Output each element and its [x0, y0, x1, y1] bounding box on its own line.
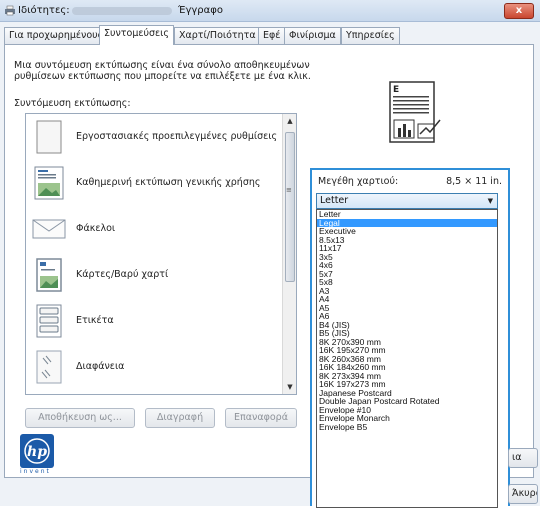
paper-size-label: Μεγέθη χαρτιού:	[318, 176, 399, 187]
printer-icon	[5, 5, 15, 16]
shortcut-list-label: Συντόμευση εκτύπωσης:	[14, 98, 131, 109]
paper-size-option[interactable]: 3x5	[317, 252, 497, 262]
list-item-envelopes[interactable]: Φάκελοι	[26, 206, 284, 252]
document-preview-icon: E	[389, 81, 441, 143]
blank-page-icon	[36, 120, 62, 154]
scroll-down-icon[interactable]: ▼	[284, 380, 296, 394]
list-item-label: Εργοστασιακές προεπιλεγμένες ρυθμίσεις	[76, 131, 278, 142]
tab-shortcuts[interactable]: Συντομεύσεις	[99, 25, 174, 45]
list-item-labels[interactable]: Ετικέτα	[26, 298, 284, 344]
shortcut-list[interactable]: Εργοστασιακές προεπιλεγμένες ρυθμίσεις Κ…	[25, 113, 297, 395]
paper-size-option[interactable]: 8.5x13	[317, 235, 497, 245]
document-photo-icon	[34, 166, 64, 200]
tab-paper-quality[interactable]: Χαρτί/Ποιότητα	[174, 27, 261, 44]
transparency-icon	[36, 350, 62, 384]
paper-size-option[interactable]: 5x8	[317, 278, 497, 287]
title-bar: Ιδιότητες: Έγγραφο x	[0, 0, 540, 22]
list-item-label: Καθημερινή εκτύπωση γενικής χρήσης	[76, 177, 261, 188]
paper-size-option[interactable]: Envelope B5	[317, 422, 497, 432]
tab-effects[interactable]: Εφέ	[258, 27, 286, 44]
shortcut-list-scrollbar[interactable]: ▲ ≡ ▼	[282, 114, 296, 394]
scroll-up-icon[interactable]: ▲	[284, 114, 296, 128]
paper-size-dimension: 8,5 × 11 in.	[446, 176, 502, 187]
list-item-label: Διαφάνεια	[76, 361, 125, 372]
paper-size-option[interactable]: 11x17	[317, 244, 497, 253]
paper-size-option[interactable]: Letter	[317, 210, 497, 219]
paper-size-option[interactable]: A5	[317, 303, 497, 313]
paper-size-option[interactable]: 5x7	[317, 269, 497, 279]
scroll-grip-icon: ≡	[286, 186, 292, 194]
list-item-label: Φάκελοι	[76, 223, 116, 234]
paper-size-option[interactable]: 4x6	[317, 261, 497, 270]
reset-button[interactable]: Επαναφορά	[225, 408, 297, 428]
delete-button[interactable]: Διαγραφή	[145, 408, 215, 428]
cancel-button-partial[interactable]: Άκυρο	[508, 484, 538, 504]
list-item-label: Κάρτες/Βαρύ χαρτί	[76, 269, 169, 280]
list-item-factory-defaults[interactable]: Εργοστασιακές προεπιλεγμένες ρυθμίσεις	[26, 114, 284, 160]
window-document-name: Έγγραφο	[178, 5, 223, 16]
paper-size-dropdown[interactable]: Letter ▼	[316, 193, 498, 209]
paper-size-options[interactable]: Letter Legal Executive 8.5x13 11x17 3x5 …	[316, 209, 498, 508]
paper-size-option[interactable]: A4	[317, 295, 497, 304]
tab-services[interactable]: Υπηρεσίες	[341, 27, 400, 44]
save-as-button[interactable]: Αποθήκευση ως...	[25, 408, 135, 428]
close-button[interactable]: x	[504, 3, 534, 19]
list-item-everyday[interactable]: Καθημερινή εκτύπωση γενικής χρήσης	[26, 160, 284, 206]
chevron-down-icon[interactable]: ▼	[488, 194, 493, 208]
tab-finishing[interactable]: Φινίρισμα	[284, 27, 341, 44]
labels-icon	[36, 304, 62, 338]
list-item-label: Ετικέτα	[76, 315, 114, 326]
card-icon	[36, 258, 62, 292]
partial-button[interactable]: ια	[508, 448, 538, 468]
window-title: Ιδιότητες:	[18, 5, 70, 16]
redacted-printer-name	[72, 7, 172, 15]
paper-size-selected: Letter	[320, 195, 349, 206]
paper-size-panel: Μεγέθη χαρτιού: 8,5 × 11 in. Letter ▼ Le…	[310, 168, 510, 508]
svg-text:hp: hp	[27, 444, 47, 460]
list-item-cards[interactable]: Κάρτες/Βαρύ χαρτί	[26, 252, 284, 298]
scroll-thumb[interactable]	[285, 132, 295, 282]
list-item-transparency[interactable]: Διαφάνεια	[26, 344, 284, 390]
hp-logo-icon: hp	[20, 434, 54, 468]
envelope-icon	[32, 219, 66, 239]
properties-dialog: Ιδιότητες: Έγγραφο x Για προχωρημένους Σ…	[0, 0, 540, 508]
hp-tagline: invent	[20, 468, 51, 475]
shortcut-description: Μια συντόμευση εκτύπωσης είναι ένα σύνολ…	[14, 60, 311, 82]
svg-text:E: E	[393, 85, 399, 95]
paper-size-option[interactable]: A3	[317, 286, 497, 296]
tab-advanced[interactable]: Για προχωρημένους	[4, 27, 109, 44]
